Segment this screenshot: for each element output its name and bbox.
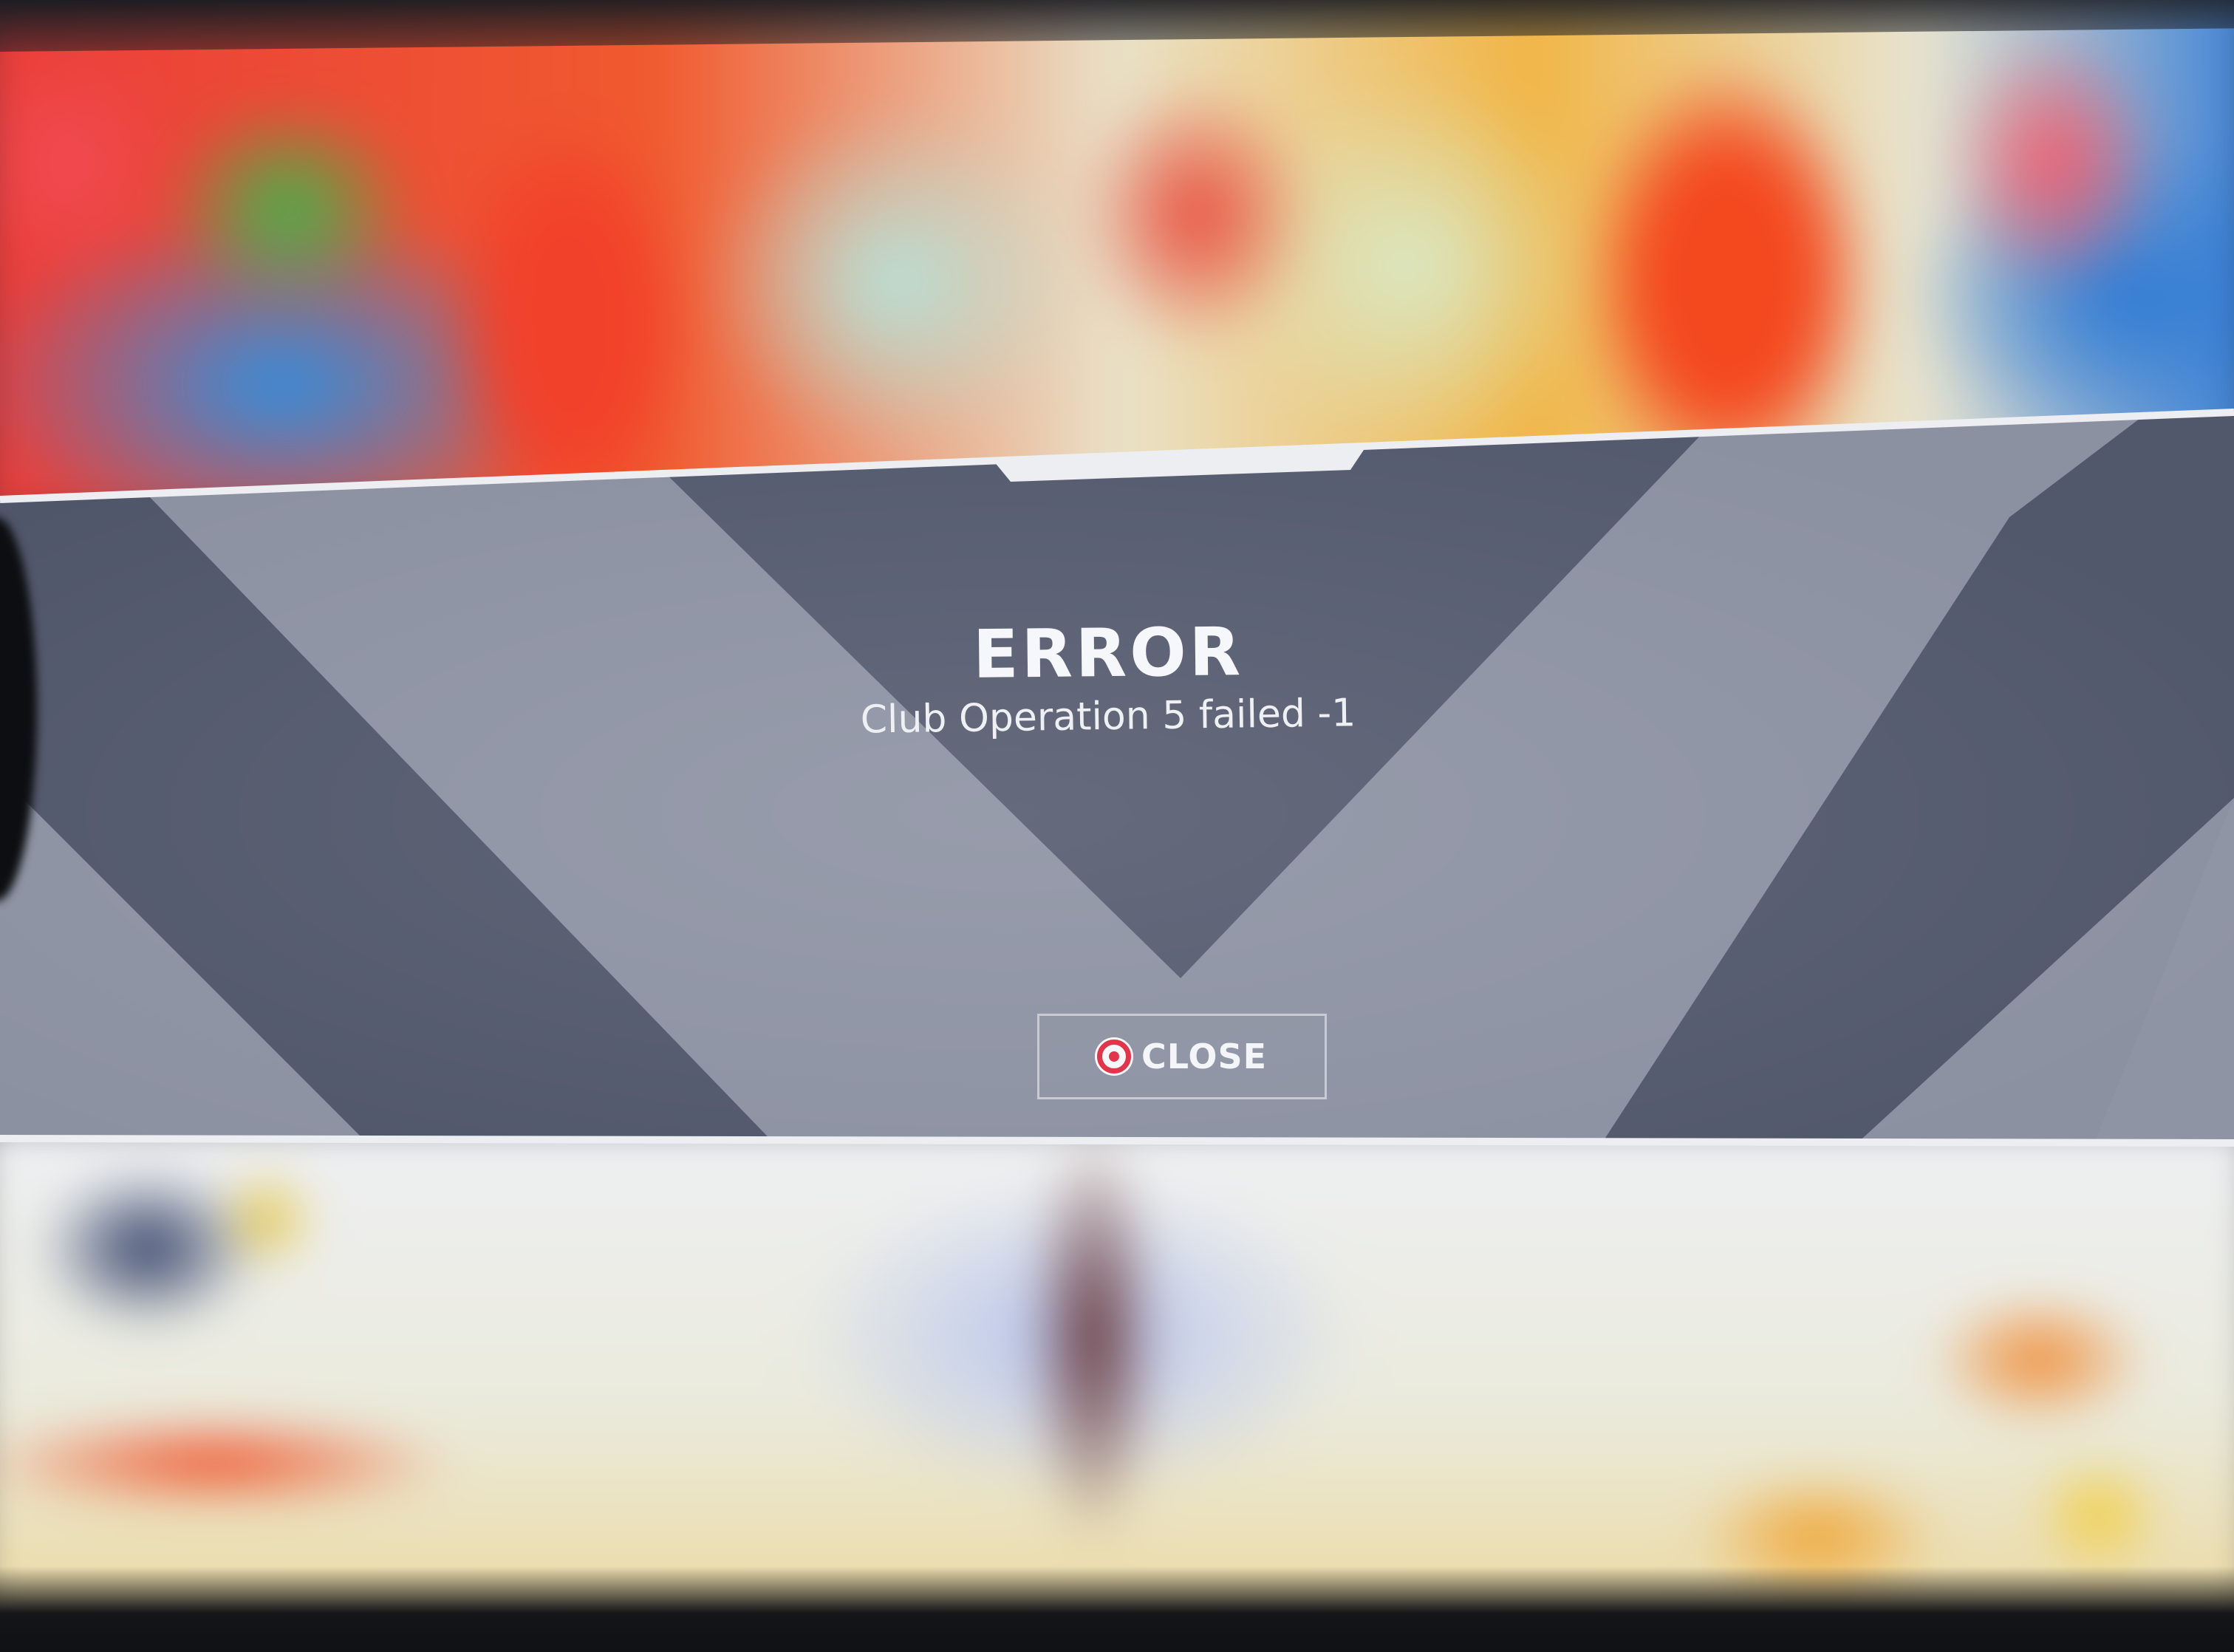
- dialog-title: ERROR: [972, 613, 1244, 694]
- dialog-message: Club Operation 5 failed -1: [860, 691, 1356, 743]
- banner-background: [0, 409, 2234, 1147]
- game-screen: ERROR Club Operation 5 failed -1 CLOSE: [0, 0, 2234, 1652]
- circle-button-icon: [1096, 1040, 1131, 1074]
- error-dialog-banner: ERROR Club Operation 5 failed -1 CLOSE: [0, 0, 2234, 1652]
- circle-button-icon-center: [1108, 1051, 1119, 1062]
- close-button[interactable]: CLOSE: [1037, 1014, 1327, 1099]
- close-button-label: CLOSE: [1141, 1037, 1268, 1076]
